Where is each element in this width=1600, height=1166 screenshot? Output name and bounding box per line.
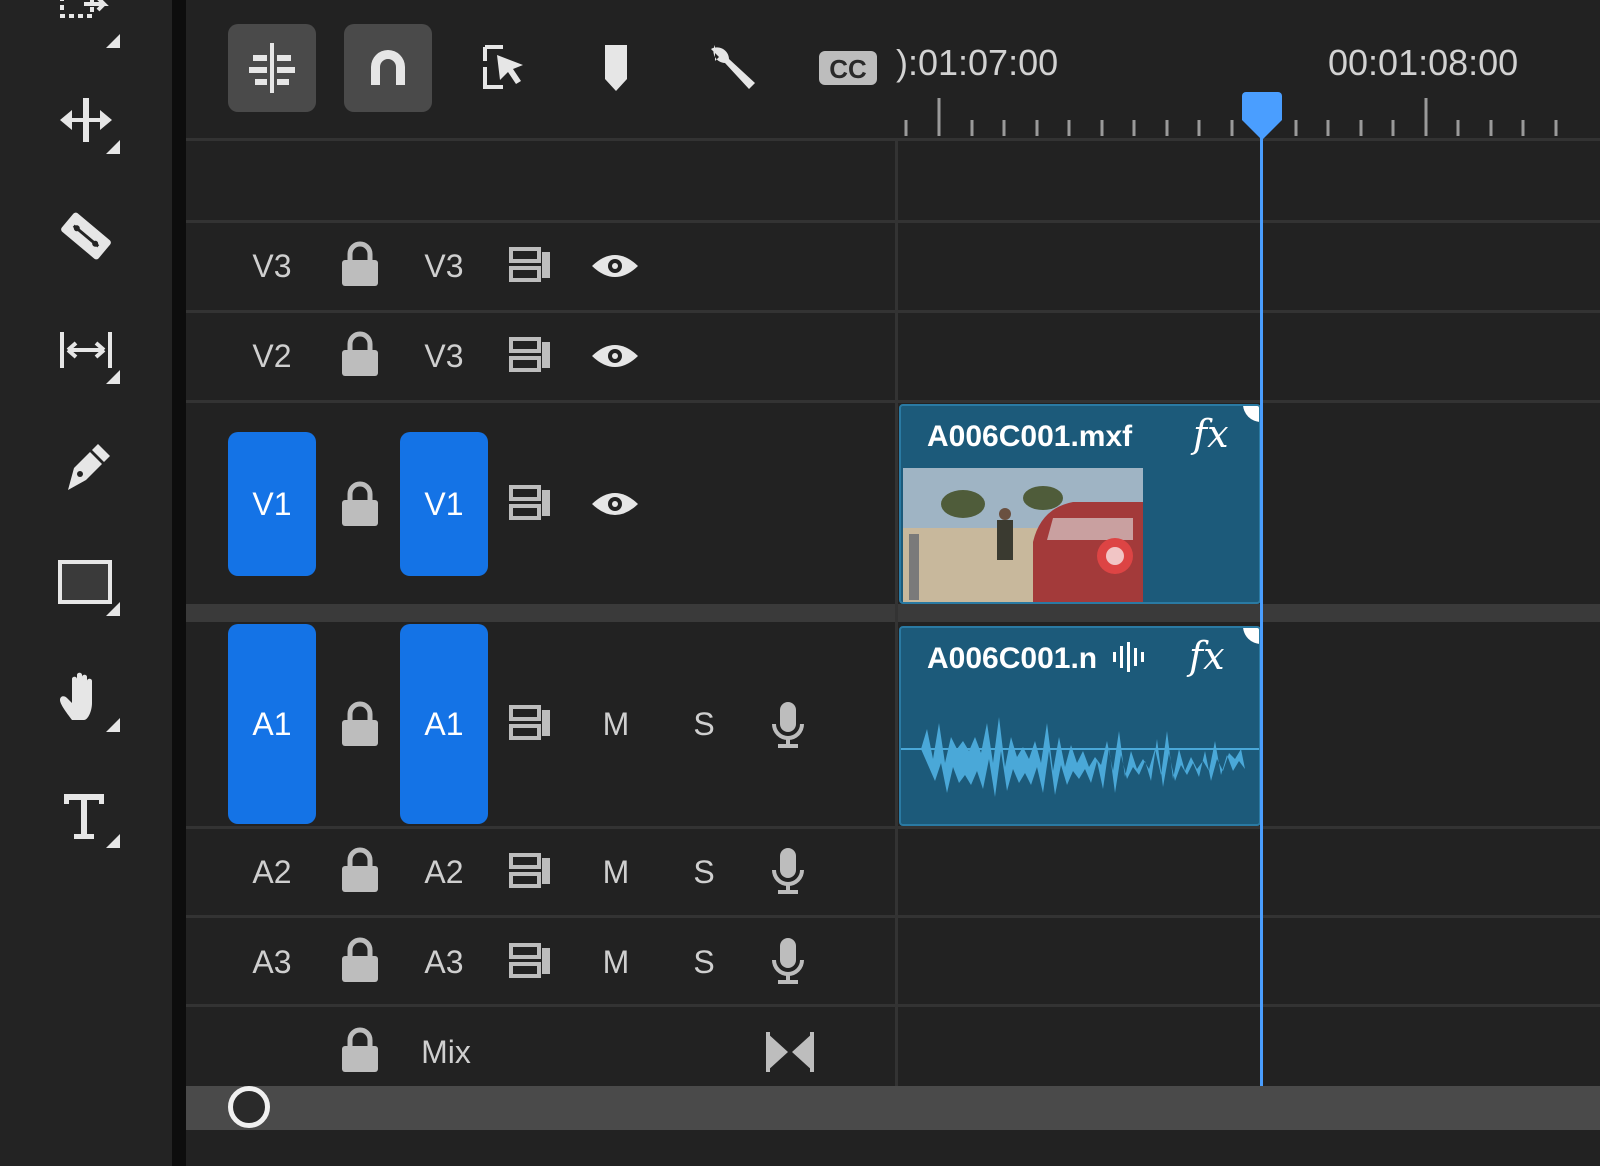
solo-button[interactable]: S <box>684 946 724 978</box>
timecode-left: ):01:07:00 <box>896 42 1059 83</box>
snap-icon <box>371 50 405 85</box>
lock-icon[interactable] <box>340 1026 380 1074</box>
video-thumbnail <box>903 468 1143 602</box>
track-select-forward-tool[interactable] <box>48 0 124 52</box>
snap-button[interactable] <box>344 24 432 112</box>
video-clip[interactable]: A006C001.mxf fx <box>899 404 1261 604</box>
pen-icon <box>68 444 110 490</box>
clip-end-handle <box>1243 406 1259 422</box>
track-divider <box>186 1004 1600 1007</box>
timeline-settings-wrench-icon <box>711 45 755 89</box>
mix-bowtie-icon[interactable] <box>764 1030 816 1074</box>
microphone-icon[interactable] <box>770 936 806 986</box>
solo-button[interactable]: S <box>684 708 724 740</box>
lock-icon[interactable] <box>340 240 380 288</box>
track-target-a3[interactable]: A3 <box>412 946 476 978</box>
sync-lock-icon[interactable] <box>508 336 554 374</box>
microphone-icon[interactable] <box>770 846 806 896</box>
audio-clip-name: A006C001.n <box>927 642 1098 675</box>
hand-tool[interactable] <box>48 660 124 736</box>
track-source-a3[interactable]: A3 <box>240 946 304 978</box>
track-source-v1[interactable]: V1 <box>228 432 316 576</box>
slip-tool[interactable] <box>48 312 124 388</box>
sync-lock-icon[interactable] <box>508 704 554 742</box>
sync-lock-icon[interactable] <box>508 852 554 890</box>
solo-button[interactable]: S <box>684 856 724 888</box>
panel-separator <box>172 0 186 1166</box>
captions-button[interactable]: CC <box>804 24 892 112</box>
eye-icon[interactable] <box>590 488 640 520</box>
timeline-panel <box>186 0 1600 1166</box>
linked-selection-icon <box>483 45 523 89</box>
eye-icon[interactable] <box>590 250 640 282</box>
lock-icon[interactable] <box>340 846 380 894</box>
video-clip-name: A006C001.mxf <box>927 420 1133 453</box>
track-divider <box>186 400 1600 403</box>
horizontal-zoom-scrollbar[interactable] <box>186 1086 1600 1130</box>
tools-panel <box>0 0 172 1166</box>
audio-waveform-icon <box>1111 640 1149 674</box>
lock-icon[interactable] <box>340 700 380 748</box>
eye-icon[interactable] <box>590 340 640 372</box>
track-divider <box>186 915 1600 918</box>
sync-lock-icon[interactable] <box>508 484 554 522</box>
track-divider <box>186 310 1600 313</box>
zoom-scroll-handle[interactable] <box>228 1086 270 1128</box>
header-divider <box>895 140 898 1086</box>
lock-icon[interactable] <box>340 480 380 528</box>
track-source-a1[interactable]: A1 <box>228 624 316 824</box>
video-audio-divider[interactable] <box>186 604 1600 622</box>
timeline-settings-button[interactable] <box>688 24 776 112</box>
playhead-line <box>1260 118 1263 1086</box>
mute-button[interactable]: M <box>596 708 636 740</box>
razor-tool[interactable] <box>48 198 124 274</box>
microphone-icon[interactable] <box>770 700 806 750</box>
add-marker-icon <box>605 45 627 91</box>
mute-button[interactable]: M <box>596 946 636 978</box>
nest-sequence-button[interactable] <box>228 24 316 112</box>
track-target-a1[interactable]: A1 <box>400 624 488 824</box>
add-marker-button[interactable] <box>572 24 660 112</box>
track-source-a2[interactable]: A2 <box>240 856 304 888</box>
audio-waveform <box>901 717 1259 797</box>
track-divider <box>186 826 1600 829</box>
sync-lock-icon[interactable] <box>508 246 554 284</box>
lock-icon[interactable] <box>340 936 380 984</box>
nest-sequence-icon <box>249 43 295 93</box>
track-source-v2[interactable]: V2 <box>240 340 304 372</box>
lock-icon[interactable] <box>340 330 380 378</box>
mute-button[interactable]: M <box>596 856 636 888</box>
audio-clip-fx-badge[interactable]: fx <box>1189 634 1225 678</box>
svg-text:CC: CC <box>829 54 867 84</box>
video-clip-fx-badge[interactable]: fx <box>1193 412 1229 456</box>
razor-icon <box>61 212 111 260</box>
ripple-edit-tool[interactable] <box>48 82 124 158</box>
mix-track-label: Mix <box>421 1034 471 1070</box>
track-target-v3[interactable]: V3 <box>412 250 476 282</box>
linked-selection-button[interactable] <box>458 24 546 112</box>
timecode-right: 00:01:08:00 <box>1328 42 1519 83</box>
type-tool[interactable] <box>48 776 124 852</box>
track-target-v1[interactable]: V1 <box>400 432 488 576</box>
clip-end-handle <box>1243 628 1259 644</box>
track-source-v3[interactable]: V3 <box>240 250 304 282</box>
track-target-v2[interactable]: V3 <box>412 340 476 372</box>
ruler-divider <box>186 138 1600 141</box>
captions-cc-icon: CC <box>819 51 877 85</box>
track-divider <box>186 220 1600 223</box>
track-target-a2[interactable]: A2 <box>412 856 476 888</box>
sync-lock-icon[interactable] <box>508 942 554 980</box>
rectangle-tool[interactable] <box>48 544 124 620</box>
audio-clip[interactable]: A006C001.n fx <box>899 626 1261 826</box>
pen-tool[interactable] <box>48 428 124 504</box>
playhead-handle[interactable] <box>1240 92 1284 142</box>
